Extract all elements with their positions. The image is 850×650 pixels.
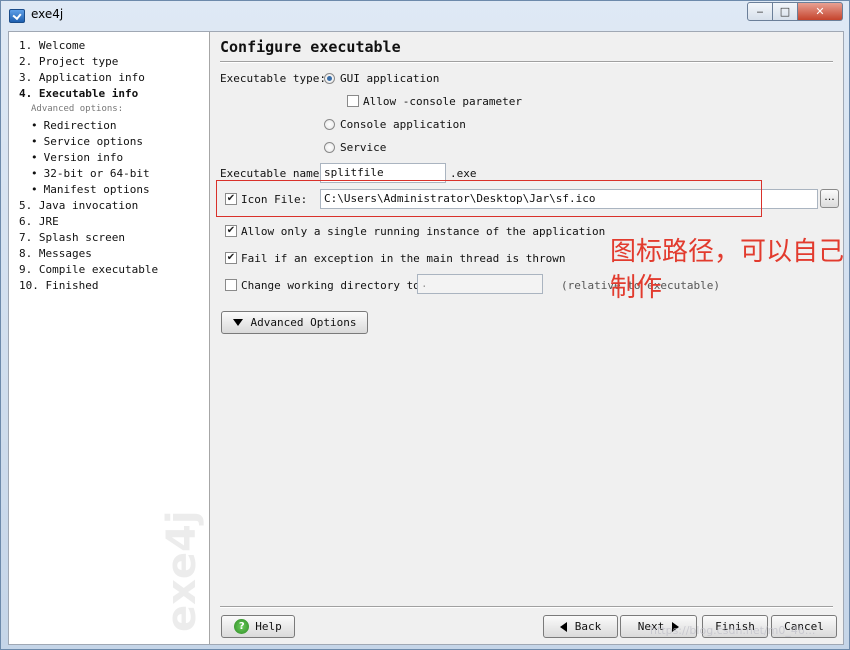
page-title: Configure executable xyxy=(220,38,401,56)
substep-version-info[interactable]: Version info xyxy=(31,151,123,164)
client-area: 1. Welcome 2. Project type 3. Applicatio… xyxy=(8,31,844,645)
single-instance-checkbox[interactable]: ✔ xyxy=(225,225,237,237)
step-welcome[interactable]: 1. Welcome xyxy=(19,39,85,52)
icon-path-annotation: 图标路径，可以自己制作 xyxy=(610,237,845,303)
change-working-dir-checkbox[interactable] xyxy=(225,279,237,291)
service-radio[interactable] xyxy=(324,142,335,153)
title-divider xyxy=(220,61,833,63)
fail-exception-label[interactable]: Fail if an exception in the main thread … xyxy=(241,252,566,265)
minimize-button[interactable]: ‒ xyxy=(747,2,773,21)
gui-application-label[interactable]: GUI application xyxy=(340,72,439,85)
advanced-options-label: Advanced Options xyxy=(250,316,357,329)
step-compile-executable[interactable]: 9. Compile executable xyxy=(19,263,158,276)
help-icon: ? xyxy=(234,619,250,634)
console-application-label[interactable]: Console application xyxy=(340,118,466,131)
step-splash-screen[interactable]: 7. Splash screen xyxy=(19,231,125,244)
fail-exception-checkbox[interactable]: ✔ xyxy=(225,252,237,264)
console-application-radio[interactable] xyxy=(324,119,335,130)
advanced-options-header: Advanced options: xyxy=(31,104,124,114)
help-label: Help xyxy=(255,620,282,633)
working-dir-input[interactable]: . xyxy=(417,274,543,294)
main-panel: Configure executable Executable type: GU… xyxy=(210,32,844,644)
arrow-left-icon xyxy=(559,621,567,632)
step-java-invocation[interactable]: 5. Java invocation xyxy=(19,199,138,212)
window-controls: ‒ □ ✕ xyxy=(747,2,843,21)
title-bar: exe4j ‒ □ ✕ xyxy=(1,1,849,29)
back-button[interactable]: Back xyxy=(543,615,618,638)
service-label[interactable]: Service xyxy=(340,141,386,154)
browse-icon-button[interactable]: ... xyxy=(820,189,839,208)
step-executable-info[interactable]: 4. Executable info xyxy=(19,87,138,100)
window-title: exe4j xyxy=(31,7,64,21)
step-project-type[interactable]: 2. Project type xyxy=(19,55,118,68)
advanced-options-button[interactable]: Advanced Options xyxy=(221,311,368,334)
exe4j-watermark-logo: exe4j xyxy=(159,510,205,632)
step-jre[interactable]: 6. JRE xyxy=(19,215,59,228)
maximize-button[interactable]: □ xyxy=(773,2,798,21)
app-icon xyxy=(9,9,25,23)
executable-name-label: Executable name: xyxy=(220,167,326,180)
wizard-steps-sidebar: 1. Welcome 2. Project type 3. Applicatio… xyxy=(9,32,210,644)
executable-type-label: Executable type: xyxy=(220,72,326,85)
app-window: exe4j ‒ □ ✕ 1. Welcome 2. Project type 3… xyxy=(0,0,850,650)
allow-console-label[interactable]: Allow -console parameter xyxy=(363,95,522,108)
exe-extension-label: .exe xyxy=(450,167,477,180)
back-label: Back xyxy=(574,620,602,633)
step-application-info[interactable]: 3. Application info xyxy=(19,71,145,84)
step-finished[interactable]: 10. Finished xyxy=(19,279,98,292)
substep-service-options[interactable]: Service options xyxy=(31,135,143,148)
icon-path-highlight-box xyxy=(216,180,762,217)
change-working-dir-label[interactable]: Change working directory to: xyxy=(241,279,426,292)
substep-manifest-options[interactable]: Manifest options xyxy=(31,183,150,196)
gui-application-radio[interactable] xyxy=(324,73,335,84)
substep-redirection[interactable]: Redirection xyxy=(31,119,117,132)
help-button[interactable]: ? Help xyxy=(221,615,295,638)
chevron-down-icon xyxy=(232,319,243,326)
close-button[interactable]: ✕ xyxy=(798,2,843,21)
allow-console-checkbox[interactable] xyxy=(347,95,359,107)
source-watermark-text: https://blog.csdn.net/m0_46... xyxy=(650,624,816,637)
step-messages[interactable]: 8. Messages xyxy=(19,247,92,260)
substep-32-or-64-bit[interactable]: 32-bit or 64-bit xyxy=(31,167,150,180)
footer-divider xyxy=(220,606,833,608)
single-instance-label[interactable]: Allow only a single running instance of … xyxy=(241,225,605,238)
